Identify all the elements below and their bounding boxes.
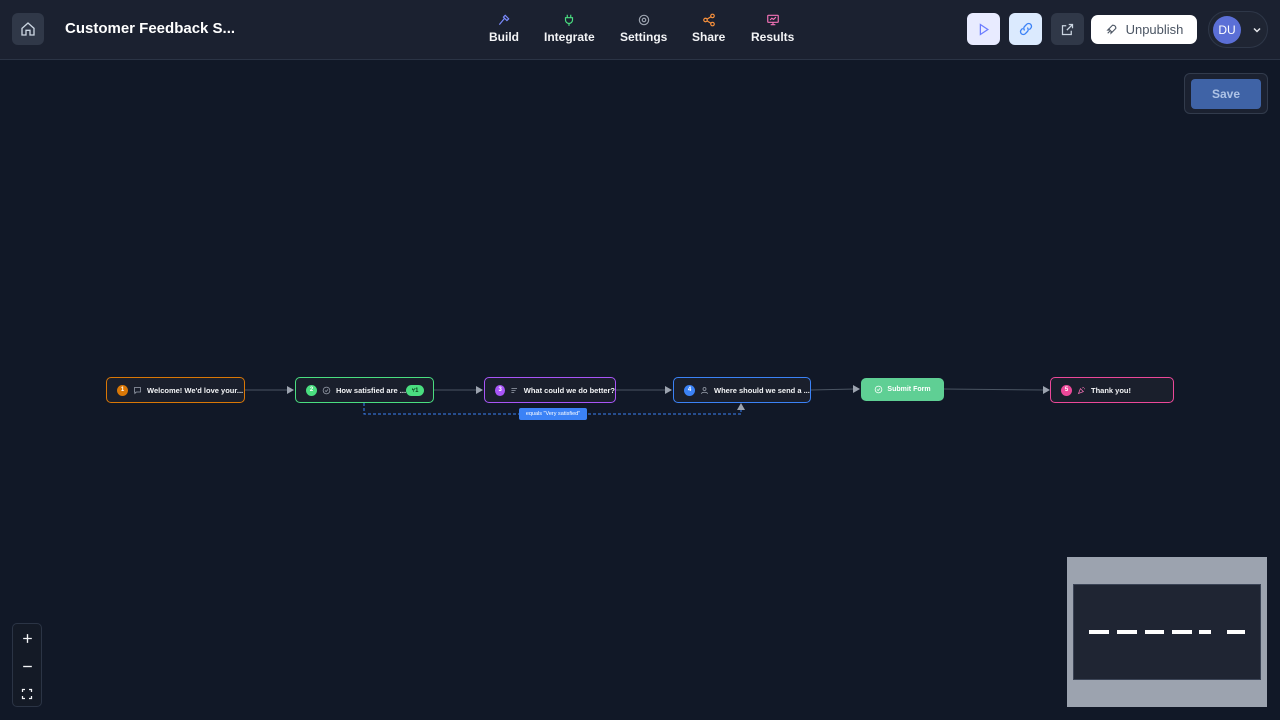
node-label: What could we do better?	[523, 385, 615, 395]
condition-badge: ⑂ 1	[406, 385, 424, 396]
node-label: Welcome! We'd love your...	[147, 385, 244, 395]
node-label: Thank you!	[1091, 385, 1132, 395]
zoom-controls	[12, 623, 42, 707]
check-circle-icon	[875, 385, 883, 394]
minus-icon	[22, 665, 32, 667]
submit-form-node[interactable]: Submit Form	[861, 378, 944, 401]
node-label: How satisfied are ...	[336, 385, 407, 395]
node-number: 1	[117, 384, 128, 396]
badge-count: 1	[415, 387, 419, 394]
arrow-3	[476, 386, 483, 394]
node-number: 3	[495, 384, 506, 396]
node-number: 4	[684, 384, 695, 396]
arrow-2	[287, 386, 294, 394]
arrow-5	[1043, 386, 1050, 394]
minimap-node	[1145, 630, 1164, 634]
node-label: Where should we send a ...	[714, 385, 810, 395]
message-icon	[134, 386, 141, 394]
zoom-in-button[interactable]	[13, 624, 41, 652]
arrow-conditional	[737, 403, 745, 410]
fullscreen-icon	[21, 688, 33, 700]
zoom-out-button[interactable]	[13, 652, 41, 680]
arrow-4	[665, 386, 672, 394]
party-icon	[1077, 386, 1086, 394]
flow-node-1[interactable]: 1 Welcome! We'd love your...	[106, 377, 245, 403]
user-icon	[701, 386, 708, 394]
node-number: 5	[1061, 384, 1072, 396]
flow-node-2[interactable]: 2 How satisfied are ... ⑂ 1	[295, 377, 434, 403]
minimap-node	[1172, 630, 1192, 634]
fit-view-button[interactable]	[13, 680, 41, 708]
flow-node-4[interactable]: 4 Where should we send a ...	[673, 377, 811, 403]
minimap-node	[1089, 630, 1109, 634]
plus-icon	[22, 633, 32, 643]
flow-node-5[interactable]: 5 Thank you!	[1050, 377, 1174, 403]
condition-label[interactable]: equals "Very satisfied"	[519, 408, 587, 420]
node-number: 2	[306, 384, 317, 396]
minimap-node	[1199, 630, 1211, 634]
minimap[interactable]	[1067, 557, 1267, 707]
arrow-submit	[853, 385, 860, 393]
minimap-node	[1117, 630, 1137, 634]
minimap-node	[1227, 630, 1245, 634]
edge-submit-5	[943, 388, 1045, 391]
node-label: Submit Form	[887, 386, 931, 393]
flow-node-3[interactable]: 3 What could we do better?	[484, 377, 616, 403]
text-lines-icon	[511, 387, 518, 393]
edge-4-submit	[810, 388, 856, 391]
check-circle-icon	[322, 386, 331, 394]
